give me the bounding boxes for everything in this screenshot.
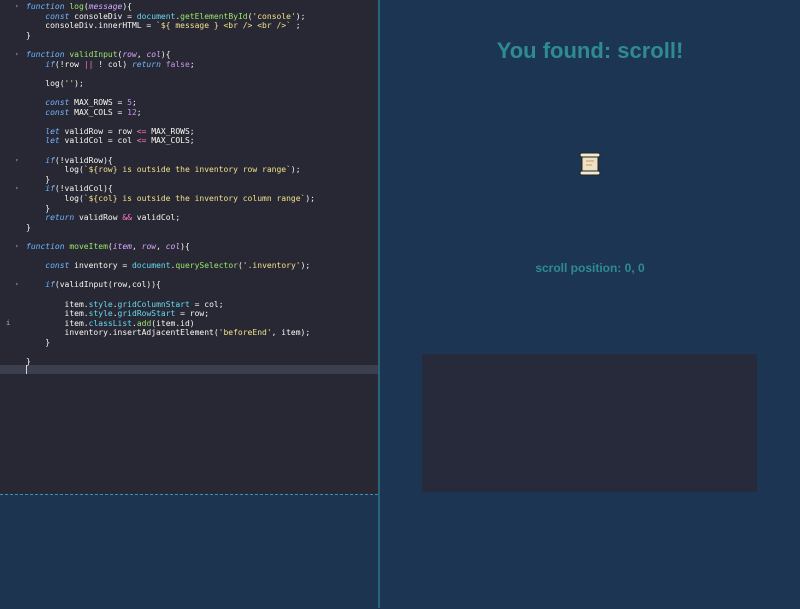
fold-arrow-icon[interactable]: ▾ bbox=[15, 50, 19, 60]
active-line-highlight bbox=[0, 365, 378, 374]
fold-arrow-icon[interactable]: ▾ bbox=[15, 242, 19, 252]
code-line[interactable]: let validRow = row <= MAX_ROWS; bbox=[26, 127, 194, 137]
line-gutter bbox=[0, 0, 22, 494]
fold-arrow-icon[interactable]: ▾ bbox=[15, 156, 19, 166]
code-line[interactable]: item.style.gridColumnStart = col; bbox=[26, 300, 224, 310]
console-panel bbox=[0, 494, 378, 609]
fold-arrow-icon[interactable]: ▾ bbox=[15, 280, 19, 290]
code-line[interactable]: const MAX_COLS = 12; bbox=[26, 108, 141, 118]
code-line[interactable]: } bbox=[26, 357, 31, 367]
code-line[interactable]: if(!row || ! col) return false; bbox=[26, 60, 194, 70]
code-line[interactable]: const inventory = document.querySelector… bbox=[26, 261, 310, 271]
code-line[interactable]: } bbox=[26, 175, 50, 185]
code-line[interactable]: const MAX_ROWS = 5; bbox=[26, 98, 137, 108]
code-line[interactable]: } bbox=[26, 223, 31, 233]
info-marker-icon: i bbox=[6, 319, 11, 327]
code-line[interactable]: } bbox=[26, 204, 50, 214]
found-message: You found: scroll! bbox=[496, 38, 684, 63]
code-line[interactable]: item.style.gridRowStart = row; bbox=[26, 309, 210, 319]
code-editor[interactable]: i function log(message){▾ const consoleD… bbox=[0, 0, 378, 494]
scroll-icon[interactable] bbox=[577, 151, 603, 177]
code-line[interactable]: consoleDiv.innerHTML = `${ message } <br… bbox=[26, 21, 300, 31]
code-line[interactable]: } bbox=[26, 338, 50, 348]
code-line[interactable]: log(`${row} is outside the inventory row… bbox=[26, 165, 301, 175]
code-line[interactable]: inventory.insertAdjacentElement('beforeE… bbox=[26, 328, 311, 338]
inventory-grid bbox=[422, 354, 757, 492]
code-line[interactable]: item.classList.add(item.id) bbox=[26, 319, 195, 329]
code-line[interactable]: } bbox=[26, 31, 31, 41]
code-line[interactable]: if(!validCol){ bbox=[26, 184, 112, 194]
code-line[interactable]: function log(message){ bbox=[26, 2, 132, 12]
code-line[interactable]: let validCol = col <= MAX_COLS; bbox=[26, 136, 194, 146]
code-line[interactable]: log(''); bbox=[26, 79, 84, 89]
code-line[interactable]: log(`${col} is outside the inventory col… bbox=[26, 194, 315, 204]
position-readout: scroll position: 0, 0 bbox=[535, 261, 645, 275]
fold-arrow-icon[interactable]: ▾ bbox=[15, 184, 19, 194]
preview-pane: You found: scroll! scroll position: 0, 0 bbox=[380, 0, 800, 608]
code-line[interactable]: function moveItem(item, row, col){ bbox=[26, 242, 190, 252]
code-line[interactable]: return validRow && validCol; bbox=[26, 213, 180, 223]
code-line[interactable]: if(validInput(row,col)){ bbox=[26, 280, 161, 290]
code-line[interactable]: function validInput(row, col){ bbox=[26, 50, 171, 60]
fold-arrow-icon[interactable]: ▾ bbox=[15, 2, 19, 12]
